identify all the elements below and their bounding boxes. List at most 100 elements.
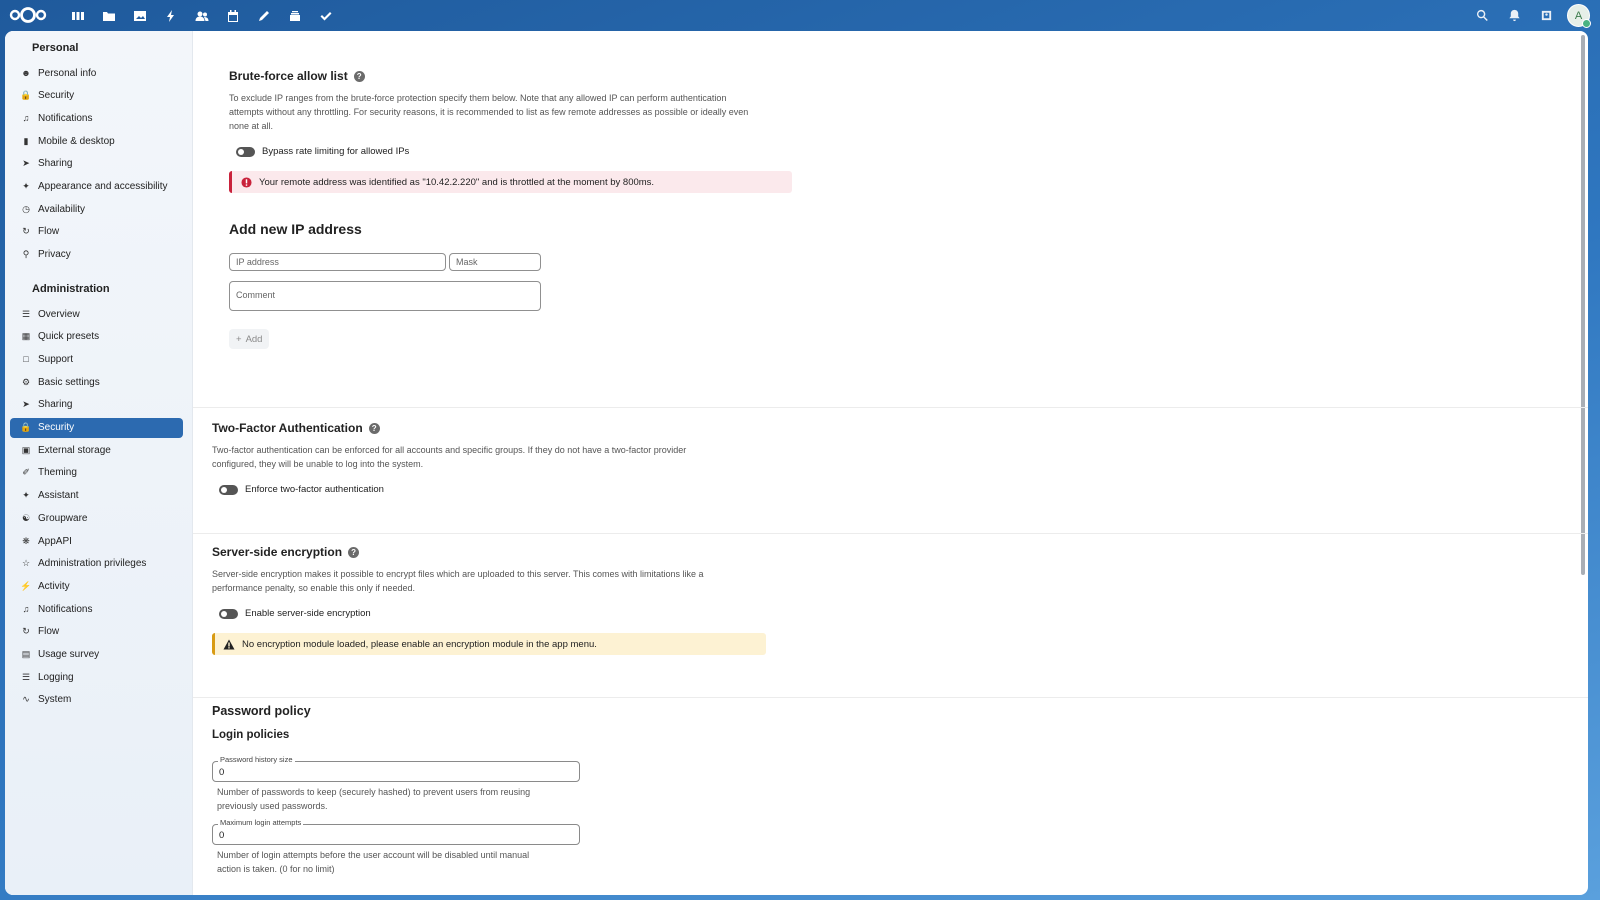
sidebar.personal-item-availability[interactable]: ◷ Availability <box>10 199 183 219</box>
section-divider <box>193 533 1588 534</box>
presets-icon: ▦ <box>21 331 31 342</box>
comment-input[interactable]: Comment <box>229 281 541 311</box>
enable-sse-toggle[interactable] <box>219 608 238 619</box>
password-history-help: Number of passwords to keep (securely ha… <box>217 785 597 813</box>
twofactor-desc-line: Two-factor authentication can be enforce… <box>212 445 687 455</box>
search-icon[interactable] <box>1471 5 1493 27</box>
sidebar-item-label: Availability <box>38 203 86 215</box>
sidebar.personal-item-notifications[interactable]: ♫ Notifications <box>10 108 183 128</box>
sidebar.admin-item-flow[interactable]: ↻ Flow <box>10 622 183 642</box>
flow-icon: ↻ <box>22 226 30 237</box>
password-history-field[interactable]: Password history size 0 <box>212 755 580 782</box>
notifications-icon[interactable] <box>1503 5 1525 27</box>
sidebar-item-label: Assistant <box>38 490 79 502</box>
sidebar.personal-item-mobile-desktop[interactable]: ▮ Mobile & desktop <box>10 131 183 151</box>
bruteforce-desc-line: none at all. <box>229 121 274 131</box>
add-ip-button[interactable]: + Add <box>229 329 270 349</box>
personal-section-title: Personal <box>32 42 79 54</box>
sidebar-item-label: Flow <box>38 626 60 638</box>
help-text-line: Number of login attempts before the user… <box>217 850 530 860</box>
list-icon: ☰ <box>21 671 31 682</box>
dashboard-icon[interactable] <box>66 5 90 27</box>
sidebar.admin-item-basic-settings[interactable]: ⚙ Basic settings <box>10 372 183 392</box>
sidebar.admin-item-quick-presets[interactable]: ▦ Quick presets <box>10 327 183 347</box>
sidebar-item-label: Sharing <box>38 158 73 170</box>
sidebar.admin-item-overview[interactable]: ☰ Overview <box>10 304 183 324</box>
contacts-menu-icon[interactable] <box>1535 5 1557 27</box>
sidebar.personal-item-sharing[interactable]: ➤ Sharing <box>10 154 183 174</box>
calendar-icon[interactable] <box>221 5 245 27</box>
pulse-icon: ∿ <box>22 694 30 705</box>
sidebar.admin-item-sharing[interactable]: ➤ Sharing <box>10 395 183 415</box>
max-login-attempts-label: Maximum login attempts <box>218 818 304 827</box>
sidebar.admin-item-notifications[interactable]: ♫ Notifications <box>10 599 183 619</box>
sidebar-item-label: Usage survey <box>38 649 100 660</box>
sidebar.admin-item-external-storage[interactable]: ▣ External storage <box>10 440 183 460</box>
deck-icon[interactable] <box>283 5 307 27</box>
bruteforce-title: Brute-force allow list ? <box>229 69 365 83</box>
activity-icon: ⚡ <box>20 580 32 591</box>
app-menu <box>66 5 338 27</box>
sidebar-item-label: Security <box>38 90 75 102</box>
sidebar-item-label: Notifications <box>38 112 93 124</box>
twofactor-title-text: Two-Factor Authentication <box>212 421 363 435</box>
encryption-warning-text: No encryption module loaded, please enab… <box>242 638 597 650</box>
sidebar-item-label: AppAPI <box>38 535 72 547</box>
tasks-icon[interactable] <box>314 5 338 27</box>
sidebar.admin-item-system[interactable]: ∿ System <box>10 690 183 710</box>
accessibility-icon: ✦ <box>22 181 30 191</box>
sidebar.admin-item-support[interactable]: □ Support <box>10 349 183 369</box>
sidebar-item-label: External storage <box>38 444 111 456</box>
paint-icon: ✐ <box>22 467 30 478</box>
sidebar.admin-item-assistant[interactable]: ✦ Assistant <box>10 486 183 506</box>
phone-icon: ▮ <box>23 135 29 146</box>
sidebar-item-label: Flow <box>38 226 60 238</box>
settings-sidebar: Personal ☻ Personal info 🔒 Security ♫ Notific… <box>5 31 193 895</box>
user-icon: ☻ <box>21 68 31 78</box>
sidebar-item-label: Personal info <box>38 67 97 79</box>
sidebar.admin-item-appapi[interactable]: ❋ AppAPI <box>10 531 183 551</box>
ip-address-input[interactable]: IP address <box>229 253 446 271</box>
help-icon[interactable]: ? <box>368 422 380 434</box>
sidebar.admin-item-usage-survey[interactable]: ▤ Usage survey <box>10 645 183 665</box>
sidebar.admin-item-activity[interactable]: ⚡ Activity <box>10 576 183 596</box>
sidebar.admin-item-security[interactable]: 🔒 Security <box>10 417 183 438</box>
twofactor-description: Two-factor authentication can be enforce… <box>212 443 772 471</box>
sidebar.personal-item-appearance-and-accessibility[interactable]: ✦ Appearance and accessibility <box>10 177 183 197</box>
avatar[interactable]: A <box>1567 4 1591 28</box>
sidebar.admin-item-administration-privileges[interactable]: ☆ Administration privileges <box>10 554 183 574</box>
sidebar.admin-item-theming[interactable]: ✐ Theming <box>10 463 183 483</box>
sse-title: Server-side encryption ? <box>212 545 360 559</box>
sidebar.admin-item-logging[interactable]: ☰ Logging <box>10 667 183 687</box>
sidebar.personal-item-personal-info[interactable]: ☻ Personal info <box>10 63 183 83</box>
sidebar.personal-item-security[interactable]: 🔒 Security <box>10 86 183 106</box>
files-icon[interactable] <box>97 5 121 27</box>
notes-icon[interactable] <box>252 5 276 27</box>
help-icon[interactable]: ? <box>348 546 360 558</box>
login-policies-title: Login policies <box>212 729 290 741</box>
bypass-rate-limit-toggle[interactable] <box>236 146 255 157</box>
sidebar-item-label: Mobile & desktop <box>38 135 115 147</box>
enable-sse-label: Enable server-side encryption <box>245 608 371 619</box>
sidebar.personal-item-flow[interactable]: ↻ Flow <box>10 222 183 242</box>
sidebar-item-label: Support <box>38 353 74 365</box>
administration-section-title: Administration <box>32 283 110 295</box>
contacts-icon[interactable] <box>190 5 214 27</box>
help-icon[interactable]: ? <box>353 70 365 82</box>
avatar-letter: A <box>1574 9 1583 22</box>
activity-icon[interactable] <box>159 5 183 27</box>
sse-description: Server-side encryption makes it possible… <box>212 567 772 595</box>
mask-input[interactable]: Mask <box>449 253 541 271</box>
encryption-warning-banner: No encryption module loaded, please enab… <box>212 633 766 655</box>
sidebar.personal-item-privacy[interactable]: ⚲ Privacy <box>10 245 183 265</box>
vertical-scrollbar[interactable] <box>1581 35 1585 575</box>
twofactor-title: Two-Factor Authentication ? <box>212 421 380 435</box>
sidebar-item-label: Sharing <box>38 399 73 411</box>
enforce-2fa-row: Enforce two-factor authentication <box>219 484 384 495</box>
enforce-2fa-toggle[interactable] <box>219 484 238 495</box>
sidebar-item-label: Notifications <box>38 603 93 615</box>
max-login-attempts-field[interactable]: Maximum login attempts 0 <box>212 818 580 845</box>
nextcloud-logo-icon[interactable] <box>8 4 48 26</box>
photos-icon[interactable] <box>128 5 152 27</box>
sidebar.admin-item-groupware[interactable]: ☯ Groupware <box>10 508 183 528</box>
